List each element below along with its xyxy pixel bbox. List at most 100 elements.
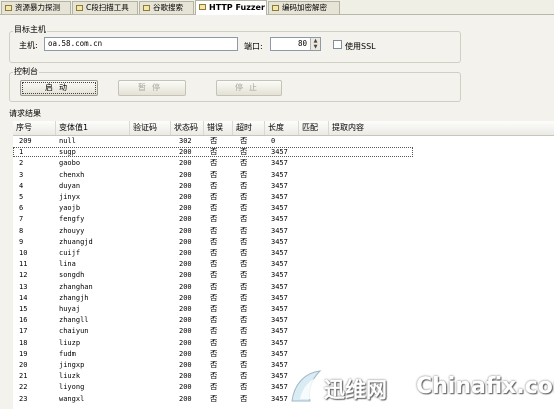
table-row[interactable]: 14 zhangjh 200 否 否 3457 <box>13 293 554 303</box>
col-header-extract[interactable]: 提取内容 <box>329 121 554 135</box>
table-row[interactable]: 17 chaiyun 200 否 否 3457 <box>13 326 554 336</box>
cell-index: 5 <box>19 193 24 201</box>
table-row[interactable]: 209 null 302 否 否 0 <box>13 136 554 146</box>
cell-timeout: 否 <box>240 136 248 145</box>
start-button[interactable]: 启动 <box>20 80 98 96</box>
col-header-match[interactable]: 匹配 <box>299 121 329 135</box>
table-row[interactable]: 11 lina 200 否 否 3457 <box>13 259 554 269</box>
col-header-index[interactable]: 序号 <box>13 121 56 135</box>
cell-length: 3457 <box>271 316 288 325</box>
cell-error: 否 <box>210 348 218 358</box>
cell-length: 3457 <box>271 159 288 168</box>
table-row[interactable]: 13 zhanghan 200 否 否 3457 <box>13 282 554 292</box>
table-row[interactable]: 7 fengfy 200 否 否 3457 <box>13 214 554 224</box>
table-row[interactable]: 19 fudm 200 否 否 3457 <box>13 349 554 359</box>
table-row[interactable]: 16 zhangll 200 否 否 3457 <box>13 315 554 325</box>
cell-index: 6 <box>19 204 24 213</box>
cell-timeout: 否 <box>240 360 248 369</box>
tab-c-segment-scan[interactable]: C段扫描工具 <box>72 1 138 14</box>
cell-index: 9 <box>19 237 24 246</box>
table-row[interactable]: 15 huyaj 200 否 否 3457 <box>13 304 554 314</box>
cell-index: 11 <box>19 260 28 269</box>
cell-error: 否 <box>210 248 218 257</box>
cell-status: 200 <box>179 226 192 235</box>
cell-error: 否 <box>210 158 218 168</box>
cell-length: 3457 <box>271 181 288 190</box>
tab-http-fuzzer[interactable]: HTTP Fuzzer <box>195 0 267 15</box>
table-row[interactable]: 10 cuijf 200 否 否 3457 <box>13 248 554 258</box>
tab-encode-decode[interactable]: 编码加密解密 <box>268 1 340 14</box>
cell-status: 200 <box>179 271 192 280</box>
cell-variant: null <box>59 137 76 145</box>
col-header-error[interactable]: 错误 <box>204 121 233 135</box>
cell-error: 否 <box>210 225 218 235</box>
cell-timeout: 否 <box>240 169 248 179</box>
table-row[interactable]: 8 zhouyy 200 否 否 3457 <box>13 226 554 236</box>
cell-timeout: 否 <box>240 281 248 291</box>
cell-error: 否 <box>210 169 218 179</box>
cell-timeout: 否 <box>240 214 248 224</box>
cell-status: 200 <box>179 316 192 325</box>
col-header-variant[interactable]: 变体值1 <box>56 121 130 135</box>
cell-status: 200 <box>179 148 192 157</box>
cell-length: 3457 <box>271 237 288 246</box>
cell-status: 200 <box>179 372 192 381</box>
table-row[interactable]: 9 zhuangjd 200 否 否 3457 <box>13 237 554 247</box>
cell-timeout: 否 <box>240 326 248 336</box>
tab-icon <box>5 5 12 11</box>
col-header-captcha[interactable]: 验证码 <box>130 121 171 135</box>
cell-length: 3457 <box>271 260 288 269</box>
table-row[interactable]: 1 sugp 200 否 否 3457 <box>13 147 413 158</box>
cell-timeout: 否 <box>240 382 248 392</box>
ssl-checkbox[interactable] <box>333 40 342 49</box>
port-spinner[interactable]: ▲ ▼ <box>310 38 320 50</box>
col-header-status[interactable]: 状态码 <box>171 121 204 135</box>
cell-length: 3457 <box>271 305 288 313</box>
table-row[interactable]: 3 chenxh 200 否 否 3457 <box>13 170 554 180</box>
cell-length: 0 <box>271 137 276 145</box>
col-header-timeout[interactable]: 超时 <box>233 121 265 135</box>
cell-error: 否 <box>210 270 218 280</box>
cell-status: 200 <box>179 383 192 392</box>
host-input[interactable]: oa.58.com.cn <box>44 37 238 51</box>
cell-length: 3457 <box>271 327 288 336</box>
cell-status: 200 <box>179 215 192 224</box>
cell-error: 否 <box>210 136 218 145</box>
cell-index: 2 <box>19 159 24 168</box>
table-row[interactable]: 5 jinyx 200 否 否 3457 <box>13 192 554 202</box>
table-row[interactable]: 12 songdh 200 否 否 3457 <box>13 270 554 280</box>
cell-variant: jingxp <box>59 361 85 369</box>
cell-variant: zhuangjd <box>59 237 93 246</box>
port-value: 80 <box>297 39 307 48</box>
cell-status: 200 <box>179 394 192 403</box>
stop-button[interactable]: 停止 <box>216 80 282 96</box>
tab-icon <box>199 4 206 10</box>
cell-index: 7 <box>19 215 24 224</box>
col-header-length[interactable]: 长度 <box>265 121 299 135</box>
tab-google-search[interactable]: 谷歌搜索 <box>139 1 194 14</box>
cell-variant: zhouyy <box>59 226 85 235</box>
cell-length: 3457 <box>271 204 288 213</box>
cell-timeout: 否 <box>240 192 248 201</box>
table-row[interactable]: 18 liuzp 200 否 否 3457 <box>13 338 554 348</box>
cell-length: 3457 <box>271 249 288 257</box>
table-row[interactable]: 2 gaobo 200 否 否 3457 <box>13 158 554 168</box>
cell-status: 200 <box>179 193 192 201</box>
cell-timeout: 否 <box>240 292 248 302</box>
cell-error: 否 <box>210 337 218 347</box>
pause-button[interactable]: 暂停 <box>118 80 186 96</box>
cell-variant: gaobo <box>59 159 81 168</box>
cell-index: 20 <box>19 361 28 369</box>
cell-length: 3457 <box>271 193 288 201</box>
cell-variant: fudm <box>59 349 76 358</box>
table-row[interactable]: 4 duyan 200 否 否 3457 <box>13 181 554 191</box>
tab-icon <box>76 5 83 11</box>
control-title: 控制台 <box>13 66 39 77</box>
cell-error: 否 <box>210 259 218 269</box>
tab-resource-bruteforce[interactable]: 资源暴力探测 <box>1 1 71 14</box>
watermark-cn-text: 迅维网 <box>324 378 387 402</box>
table-row[interactable]: 6 yaojb 200 否 否 3457 <box>13 203 554 213</box>
tab-icon <box>272 5 279 11</box>
cell-status: 200 <box>179 159 192 168</box>
spin-down-icon[interactable]: ▼ <box>311 44 320 50</box>
